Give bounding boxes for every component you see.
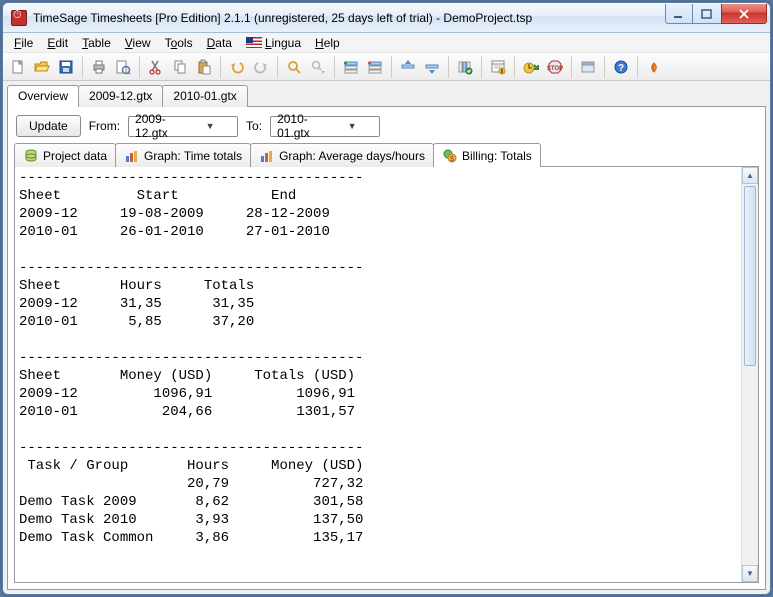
homepage-button[interactable]: [643, 56, 665, 78]
save-button[interactable]: [55, 56, 77, 78]
vertical-scrollbar[interactable]: ▲ ▼: [741, 167, 758, 582]
content-area: Overview 2009-12.gtx 2010-01.gtx Update …: [3, 81, 770, 594]
open-file-button[interactable]: [31, 56, 53, 78]
from-value: 2009-12.gtx: [129, 112, 183, 140]
start-timer-button[interactable]: [520, 56, 542, 78]
print-button[interactable]: [88, 56, 110, 78]
find-button[interactable]: [283, 56, 305, 78]
overview-panel: Update From: 2009-12.gtx ▼ To: 2010-01.g…: [7, 107, 766, 590]
file-tab-2009-12[interactable]: 2009-12.gtx: [78, 85, 163, 107]
copy-button[interactable]: [169, 56, 191, 78]
from-combobox[interactable]: 2009-12.gtx ▼: [128, 116, 238, 137]
flag-icon: [246, 37, 262, 48]
find-next-button[interactable]: [307, 56, 329, 78]
controls-row: Update From: 2009-12.gtx ▼ To: 2010-01.g…: [8, 107, 765, 143]
properties-button[interactable]: [487, 56, 509, 78]
menu-edit[interactable]: Edit: [40, 34, 75, 52]
svg-text:STOP: STOP: [547, 66, 563, 72]
menu-table[interactable]: Table: [75, 34, 118, 52]
menu-lingua[interactable]: Lingua: [239, 34, 308, 52]
stop-timer-button[interactable]: STOP: [544, 56, 566, 78]
toolbar: STOP ?: [3, 53, 770, 81]
menu-data[interactable]: Data: [200, 34, 239, 52]
svg-text:$: $: [450, 156, 454, 163]
delete-row-button[interactable]: [364, 56, 386, 78]
minimize-button[interactable]: [665, 4, 693, 24]
menubar: File Edit Table View Tools Data Lingua H…: [3, 33, 770, 53]
insert-row-button[interactable]: [340, 56, 362, 78]
database-icon: [23, 148, 39, 164]
scroll-track[interactable]: [742, 184, 758, 565]
new-file-button[interactable]: [7, 56, 29, 78]
app-icon: [11, 10, 27, 26]
chevron-down-icon: ▼: [325, 121, 379, 131]
file-tabs: Overview 2009-12.gtx 2010-01.gtx: [7, 85, 766, 107]
print-preview-button[interactable]: [112, 56, 134, 78]
redo-button[interactable]: [250, 56, 272, 78]
paste-button[interactable]: [193, 56, 215, 78]
move-up-button[interactable]: [397, 56, 419, 78]
close-button[interactable]: [721, 4, 767, 24]
to-value: 2010-01.gtx: [271, 112, 325, 140]
to-combobox[interactable]: 2010-01.gtx ▼: [270, 116, 380, 137]
tab-graph-avg-days[interactable]: Graph: Average days/hours: [250, 143, 434, 167]
app-window: TimeSage Timesheets [Pro Edition] 2.1.1 …: [2, 2, 771, 595]
billing-icon: $: [442, 148, 458, 164]
bar-chart-icon: [259, 148, 275, 164]
window-title: TimeSage Timesheets [Pro Edition] 2.1.1 …: [33, 11, 665, 25]
chevron-down-icon: ▼: [183, 121, 237, 131]
inner-tabs: Project data Graph: Time totals Graph: A…: [8, 143, 765, 167]
file-tab-overview[interactable]: Overview: [7, 85, 79, 107]
window-controls: [665, 4, 767, 24]
menu-file[interactable]: File: [7, 34, 40, 52]
file-tab-2010-01[interactable]: 2010-01.gtx: [162, 85, 247, 107]
menu-tools[interactable]: Tools: [158, 34, 200, 52]
bar-chart-icon: [124, 148, 140, 164]
from-label: From:: [89, 119, 120, 133]
update-button[interactable]: Update: [16, 115, 81, 137]
menu-help[interactable]: Help: [308, 34, 347, 52]
scroll-down-button[interactable]: ▼: [742, 565, 758, 582]
titlebar[interactable]: TimeSage Timesheets [Pro Edition] 2.1.1 …: [3, 3, 770, 33]
scroll-thumb[interactable]: [744, 186, 756, 366]
scroll-up-button[interactable]: ▲: [742, 167, 758, 184]
maximize-button[interactable]: [693, 4, 721, 24]
tab-billing-totals[interactable]: $ Billing: Totals: [433, 143, 541, 167]
move-down-button[interactable]: [421, 56, 443, 78]
columns-button[interactable]: [454, 56, 476, 78]
help-button[interactable]: ?: [610, 56, 632, 78]
always-on-top-button[interactable]: [577, 56, 599, 78]
tab-graph-time-totals[interactable]: Graph: Time totals: [115, 143, 251, 167]
tab-project-data[interactable]: Project data: [14, 143, 116, 167]
undo-button[interactable]: [226, 56, 248, 78]
billing-report-text: ----------------------------------------…: [15, 167, 741, 582]
svg-text:?: ?: [618, 63, 624, 74]
to-label: To:: [246, 119, 262, 133]
menu-view[interactable]: View: [118, 34, 158, 52]
cut-button[interactable]: [145, 56, 167, 78]
report-container: ----------------------------------------…: [14, 167, 759, 583]
